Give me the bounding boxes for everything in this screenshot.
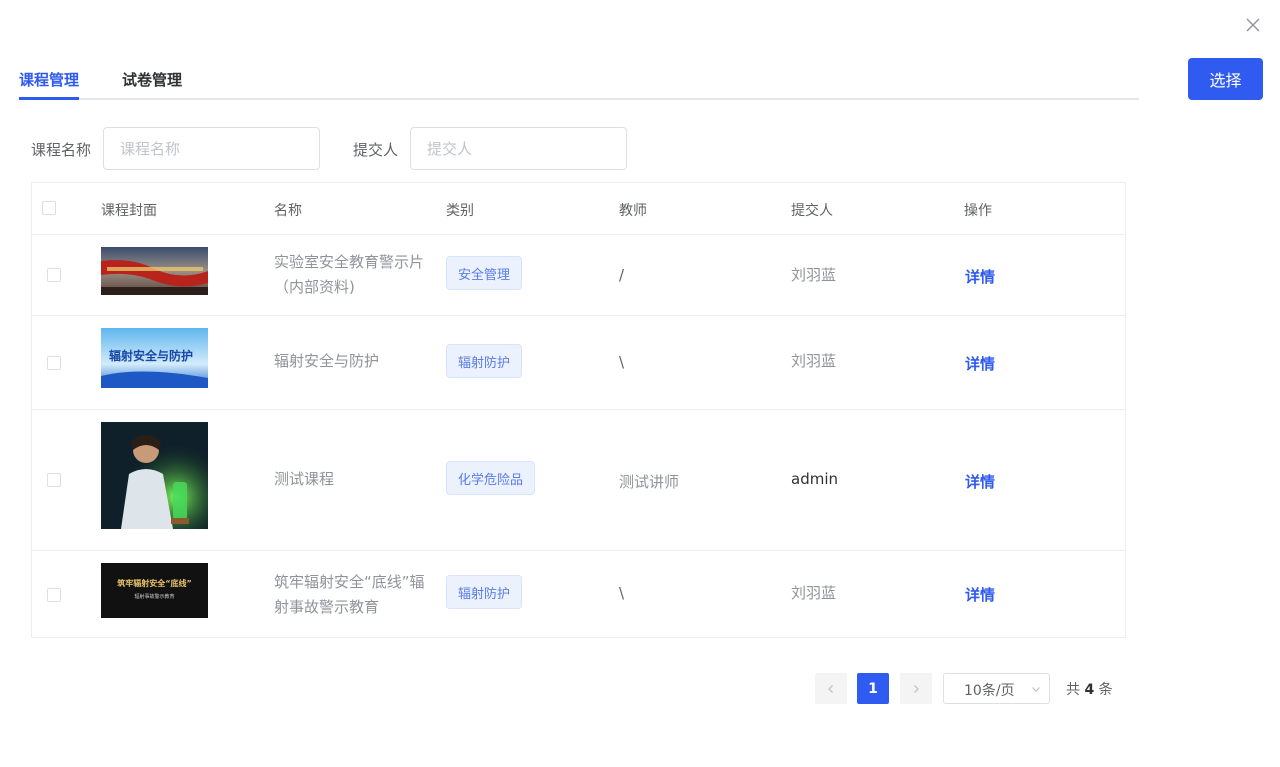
- row-checkbox[interactable]: [47, 588, 61, 602]
- thumbnail-title: 辐射安全与防护: [109, 349, 194, 363]
- table-row: 实验室安全教育警示片 （内部资料) 安全管理 / 刘羽蓝 详情: [32, 235, 1125, 316]
- table-row: 筑牢辐射安全“底线” 辐射事故警示教育 筑牢辐射安全“底线”辐 射事故警示教育 …: [32, 551, 1125, 638]
- category-tag: 辐射防护: [446, 344, 523, 378]
- category-tag: 安全管理: [446, 256, 523, 290]
- course-name: 测试课程: [274, 470, 335, 488]
- table-row: 辐射安全与防护 辐射安全与防护 辐射防护 \ 刘羽蓝 详情: [32, 316, 1125, 410]
- total-count: 共 4 条: [1066, 682, 1113, 698]
- page-number-current[interactable]: 1: [857, 673, 889, 704]
- close-icon[interactable]: [1244, 16, 1262, 34]
- radiation-safety-thumbnail: 辐射安全与防护: [101, 328, 208, 388]
- thumbnail-title: 筑牢辐射安全“底线”: [117, 579, 192, 588]
- column-header-category: 类别: [446, 203, 474, 219]
- column-header-cover: 课程封面: [101, 203, 157, 219]
- tab-bar: 课程管理 试卷管理: [19, 60, 1139, 100]
- radiation-bottom-line-thumbnail: 筑牢辐射安全“底线” 辐射事故警示教育: [101, 563, 208, 618]
- column-header-submitter: 提交人: [791, 203, 833, 219]
- tab-exam-paper-management[interactable]: 试卷管理: [122, 69, 182, 90]
- row-checkbox[interactable]: [47, 268, 61, 282]
- submitter-value: 刘羽蓝: [791, 584, 837, 602]
- course-name: 筑牢辐射安全“底线”辐 射事故警示教育: [274, 573, 425, 616]
- table-row: 测试课程 化学危险品 测试讲师 admin 详情: [32, 410, 1125, 551]
- course-select-dialog: 选择 课程管理 试卷管理 课程名称 提交人 课程封面 名称 类别 教师 提交人 …: [0, 0, 1280, 767]
- row-checkbox[interactable]: [47, 356, 61, 370]
- row-checkbox[interactable]: [47, 473, 61, 487]
- course-name: 实验室安全教育警示片 （内部资料): [274, 253, 425, 296]
- column-header-action: 操作: [964, 203, 992, 219]
- tab-active-indicator: [19, 97, 79, 100]
- submitter-input[interactable]: [410, 127, 627, 170]
- course-table: 课程封面 名称 类别 教师 提交人 操作 实验室安全教育警示片 （内部资料) 安…: [31, 182, 1126, 638]
- detail-link[interactable]: 详情: [965, 471, 995, 492]
- teacher-value: \: [619, 584, 625, 602]
- course-name: 辐射安全与防护: [274, 352, 380, 370]
- teacher-value: 测试讲师: [619, 473, 680, 491]
- thumbnail-subtitle: 辐射事故警示教育: [134, 594, 175, 600]
- column-header-name: 名称: [274, 203, 302, 219]
- detail-link[interactable]: 详情: [965, 353, 995, 374]
- detail-link[interactable]: 详情: [965, 266, 995, 287]
- page-size-select[interactable]: 10条/页: [943, 673, 1050, 704]
- next-page-button[interactable]: [900, 673, 932, 704]
- course-name-input[interactable]: [103, 127, 320, 170]
- chemist-illustration-thumbnail: [101, 422, 208, 529]
- detail-link[interactable]: 详情: [965, 584, 995, 605]
- chevron-left-icon: [828, 684, 833, 693]
- select-button[interactable]: 选择: [1188, 58, 1263, 100]
- course-name-label: 课程名称: [31, 141, 92, 159]
- select-all-checkbox[interactable]: [42, 201, 56, 215]
- lab-safety-banner-thumbnail: [101, 247, 208, 295]
- submitter-value: 刘羽蓝: [791, 352, 837, 370]
- page-size-value: 10条/页: [964, 683, 1015, 699]
- tab-course-management[interactable]: 课程管理: [19, 69, 79, 90]
- column-header-teacher: 教师: [619, 203, 647, 219]
- teacher-value: \: [619, 353, 625, 371]
- teacher-value: /: [619, 266, 625, 284]
- submitter-label: 提交人: [353, 141, 399, 159]
- category-tag: 化学危险品: [446, 461, 536, 495]
- chevron-down-icon: [1032, 687, 1040, 692]
- table-header: 课程封面 名称 类别 教师 提交人 操作: [32, 183, 1125, 235]
- category-tag: 辐射防护: [446, 575, 523, 609]
- submitter-value: admin: [791, 470, 838, 488]
- chevron-right-icon: [914, 684, 919, 693]
- submitter-value: 刘羽蓝: [791, 266, 837, 284]
- prev-page-button[interactable]: [815, 673, 847, 704]
